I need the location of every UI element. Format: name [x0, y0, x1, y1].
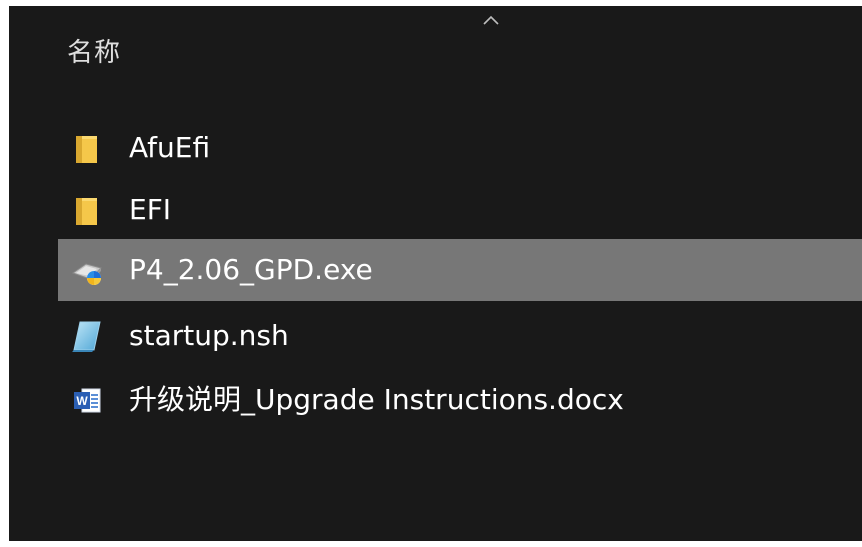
file-name: P4_2.06_GPD.exe	[129, 253, 373, 286]
list-item[interactable]: EFI	[58, 179, 862, 241]
chevron-up-icon[interactable]	[483, 15, 499, 25]
list-item[interactable]: W 升级说明_Upgrade Instructions.docx	[58, 369, 862, 431]
folder-icon	[76, 198, 97, 225]
folder-icon	[76, 136, 97, 163]
list-item[interactable]: AfuEfi	[58, 117, 862, 179]
list-item[interactable]: startup.nsh	[58, 305, 862, 367]
file-name: EFI	[129, 193, 172, 226]
file-explorer-view: 名称 AfuEfi EFI P4_2.06_GPD.exe startup.ns…	[9, 6, 862, 541]
file-name: 升级说明_Upgrade Instructions.docx	[129, 383, 624, 416]
list-item-selected[interactable]: P4_2.06_GPD.exe	[58, 239, 862, 301]
file-name: startup.nsh	[129, 319, 289, 352]
svg-text:W: W	[76, 394, 88, 408]
installer-exe-icon	[71, 263, 102, 285]
column-header-name[interactable]: 名称	[67, 34, 121, 72]
script-file-icon	[72, 321, 101, 352]
file-name: AfuEfi	[129, 131, 211, 164]
word-doc-icon: W	[74, 388, 101, 413]
